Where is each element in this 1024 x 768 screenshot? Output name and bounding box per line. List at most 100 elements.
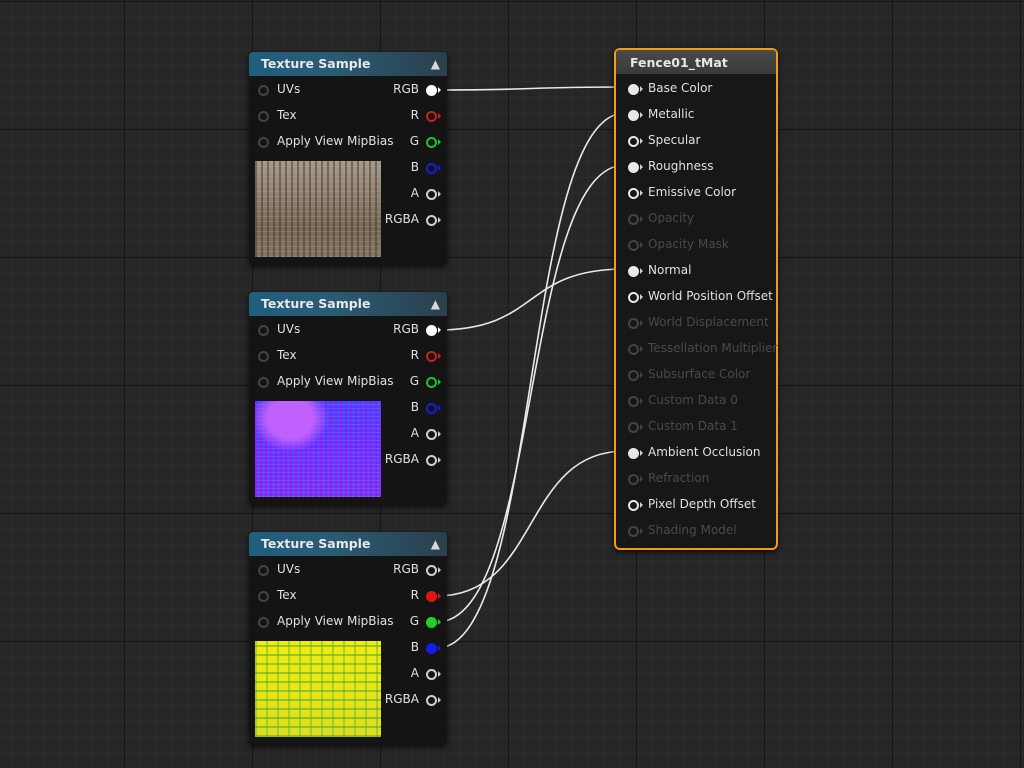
pin-icon[interactable] <box>425 428 437 440</box>
pin-icon[interactable] <box>627 473 639 485</box>
pin-icon[interactable] <box>627 135 639 147</box>
packed-mask-texture-thumbnail <box>255 641 381 737</box>
node-header[interactable]: Texture Sample ▲ <box>249 532 447 556</box>
material-input-roughness: Roughness <box>648 159 714 173</box>
pin-icon[interactable] <box>425 376 437 388</box>
wire-r-to-ambient-occlusion[interactable] <box>436 450 626 597</box>
pin-icon[interactable] <box>627 343 639 355</box>
pin-icon[interactable] <box>627 369 639 381</box>
pin-icon[interactable] <box>425 564 437 576</box>
node-header[interactable]: Fence01_tMat <box>616 50 776 74</box>
output-pin-rgba: RGBA <box>384 452 419 466</box>
pin-icon[interactable] <box>425 324 437 336</box>
pin-icon[interactable] <box>425 350 437 362</box>
pin-arrow-icon <box>640 502 643 508</box>
pin-icon[interactable] <box>425 694 437 706</box>
node-title: Texture Sample <box>261 536 371 551</box>
pin-icon[interactable] <box>425 110 437 122</box>
pin-icon[interactable] <box>425 616 437 628</box>
pin-arrow-icon <box>438 87 441 93</box>
pin-icon[interactable] <box>627 421 639 433</box>
output-pin-rgba: RGBA <box>384 212 419 226</box>
pin-arrow-icon <box>640 112 643 118</box>
pin-icon[interactable] <box>627 213 639 225</box>
pin-icon[interactable] <box>627 525 639 537</box>
pin-icon[interactable] <box>257 616 269 628</box>
texture-sample-node[interactable]: Texture Sample ▲ UVs Tex Apply View MipBias R… <box>249 52 447 265</box>
texture-sample-node[interactable]: Texture Sample ▲ UVs Tex Apply View MipBias R… <box>249 532 447 745</box>
pin-icon[interactable] <box>425 668 437 680</box>
output-pin-a: A <box>410 426 419 440</box>
output-pin-rgb: RGB <box>393 562 419 576</box>
texture-sample-node[interactable]: Texture Sample ▲ UVs Tex Apply View MipBias R… <box>249 292 447 505</box>
pin-icon[interactable] <box>425 454 437 466</box>
pin-icon[interactable] <box>627 187 639 199</box>
pin-icon[interactable] <box>425 402 437 414</box>
node-header[interactable]: Texture Sample ▲ <box>249 52 447 76</box>
pin-icon[interactable] <box>627 161 639 173</box>
input-pin-uvs: UVs <box>277 82 301 96</box>
input-pin-tex: Tex <box>277 108 297 122</box>
material-input-custom-data-1: Custom Data 1 <box>648 419 738 433</box>
pin-arrow-icon <box>438 697 441 703</box>
pin-arrow-icon <box>640 242 643 248</box>
pin-icon[interactable] <box>627 83 639 95</box>
wire-b-to-metallic[interactable] <box>436 112 626 649</box>
pin-icon[interactable] <box>257 350 269 362</box>
pin-icon[interactable] <box>425 136 437 148</box>
pin-icon[interactable] <box>425 84 437 96</box>
pin-icon[interactable] <box>257 590 269 602</box>
pin-icon[interactable] <box>257 324 269 336</box>
input-pin-apply-view-mipbias: Apply View MipBias <box>277 374 394 388</box>
pin-arrow-icon <box>438 353 441 359</box>
pin-icon[interactable] <box>627 447 639 459</box>
material-result-node[interactable]: Fence01_tMat Base Color Metallic Specular Ro… <box>614 48 778 550</box>
pin-icon[interactable] <box>627 395 639 407</box>
pin-arrow-icon <box>438 379 441 385</box>
pin-icon[interactable] <box>257 136 269 148</box>
pin-arrow-icon <box>438 327 441 333</box>
material-input-world-position-offset: World Position Offset <box>648 289 773 303</box>
material-input-emissive-color: Emissive Color <box>648 185 737 199</box>
pin-icon[interactable] <box>627 317 639 329</box>
pin-arrow-icon <box>640 86 643 92</box>
pin-icon[interactable] <box>425 162 437 174</box>
pin-icon[interactable] <box>627 239 639 251</box>
collapse-arrow-icon[interactable]: ▲ <box>431 537 440 551</box>
wire-rgb-to-normal[interactable] <box>436 268 626 331</box>
wire-g-to-roughness[interactable] <box>436 164 626 623</box>
material-input-pixel-depth-offset: Pixel Depth Offset <box>648 497 756 511</box>
output-pin-b: B <box>410 160 419 174</box>
pin-icon[interactable] <box>425 214 437 226</box>
pin-icon[interactable] <box>257 110 269 122</box>
wire-rgb-to-base-color[interactable] <box>436 86 626 91</box>
pin-icon[interactable] <box>257 564 269 576</box>
pin-icon[interactable] <box>425 590 437 602</box>
pin-icon[interactable] <box>425 188 437 200</box>
pin-icon[interactable] <box>257 84 269 96</box>
pin-arrow-icon <box>640 164 643 170</box>
pin-arrow-icon <box>640 346 643 352</box>
pin-arrow-icon <box>640 476 643 482</box>
pin-icon[interactable] <box>425 642 437 654</box>
material-input-normal: Normal <box>648 263 692 277</box>
input-pin-apply-view-mipbias: Apply View MipBias <box>277 614 394 628</box>
pin-arrow-icon <box>438 405 441 411</box>
output-pin-g: G <box>409 614 419 628</box>
material-input-tessellation-multiplier: Tessellation Multiplier <box>648 341 778 355</box>
pin-arrow-icon <box>438 457 441 463</box>
pin-arrow-icon <box>640 528 643 534</box>
pin-icon[interactable] <box>627 499 639 511</box>
pin-icon[interactable] <box>627 291 639 303</box>
collapse-arrow-icon[interactable]: ▲ <box>431 297 440 311</box>
pin-arrow-icon <box>640 450 643 456</box>
pin-arrow-icon <box>640 424 643 430</box>
input-pin-uvs: UVs <box>277 322 301 336</box>
node-header[interactable]: Texture Sample ▲ <box>249 292 447 316</box>
pin-icon[interactable] <box>627 109 639 121</box>
collapse-arrow-icon[interactable]: ▲ <box>431 57 440 71</box>
pin-arrow-icon <box>438 113 441 119</box>
pin-icon[interactable] <box>627 265 639 277</box>
pin-icon[interactable] <box>257 376 269 388</box>
material-input-specular: Specular <box>648 133 701 147</box>
